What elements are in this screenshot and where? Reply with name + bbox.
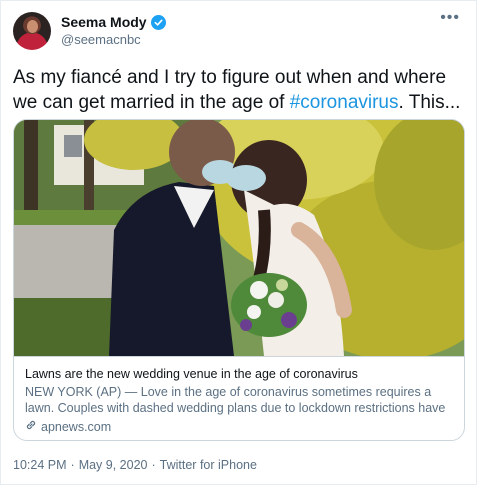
- avatar[interactable]: [13, 12, 51, 50]
- tweet-date[interactable]: May 9, 2020: [79, 458, 148, 472]
- meta-separator: ·: [70, 458, 75, 472]
- meta-separator: ·: [151, 458, 156, 472]
- card-description: NEW YORK (AP) — Love in the age of coron…: [25, 385, 446, 415]
- hashtag-link[interactable]: #coronavirus: [290, 92, 399, 113]
- tweet-meta: 10:24 PM · May 9, 2020 · Twitter for iPh…: [13, 458, 257, 472]
- author-name-row[interactable]: Seema Mody: [61, 14, 166, 30]
- card-photo[interactable]: [14, 120, 464, 356]
- tweet-time[interactable]: 10:24 PM: [13, 458, 67, 472]
- author-handle[interactable]: @seemacnbc: [61, 32, 141, 47]
- card-domain-label: apnews.com: [41, 420, 112, 434]
- card-title[interactable]: Lawns are the new wedding venue in the a…: [25, 366, 453, 382]
- more-options-icon[interactable]: •••: [440, 10, 460, 26]
- card-body[interactable]: Lawns are the new wedding venue in the a…: [14, 356, 464, 440]
- display-name[interactable]: Seema Mody: [61, 14, 147, 30]
- link-icon: [25, 419, 37, 435]
- tweet-text-after: . This...: [398, 92, 461, 113]
- card-domain[interactable]: apnews.com: [25, 419, 453, 435]
- tweet-text: As my fiancé and I try to figure out whe…: [13, 65, 465, 115]
- tweet[interactable]: Seema Mody @seemacnbc ••• As my fiancé a…: [0, 0, 477, 485]
- link-card[interactable]: Lawns are the new wedding venue in the a…: [13, 119, 465, 441]
- tweet-source[interactable]: Twitter for iPhone: [160, 458, 257, 472]
- verified-badge-icon: [150, 14, 166, 30]
